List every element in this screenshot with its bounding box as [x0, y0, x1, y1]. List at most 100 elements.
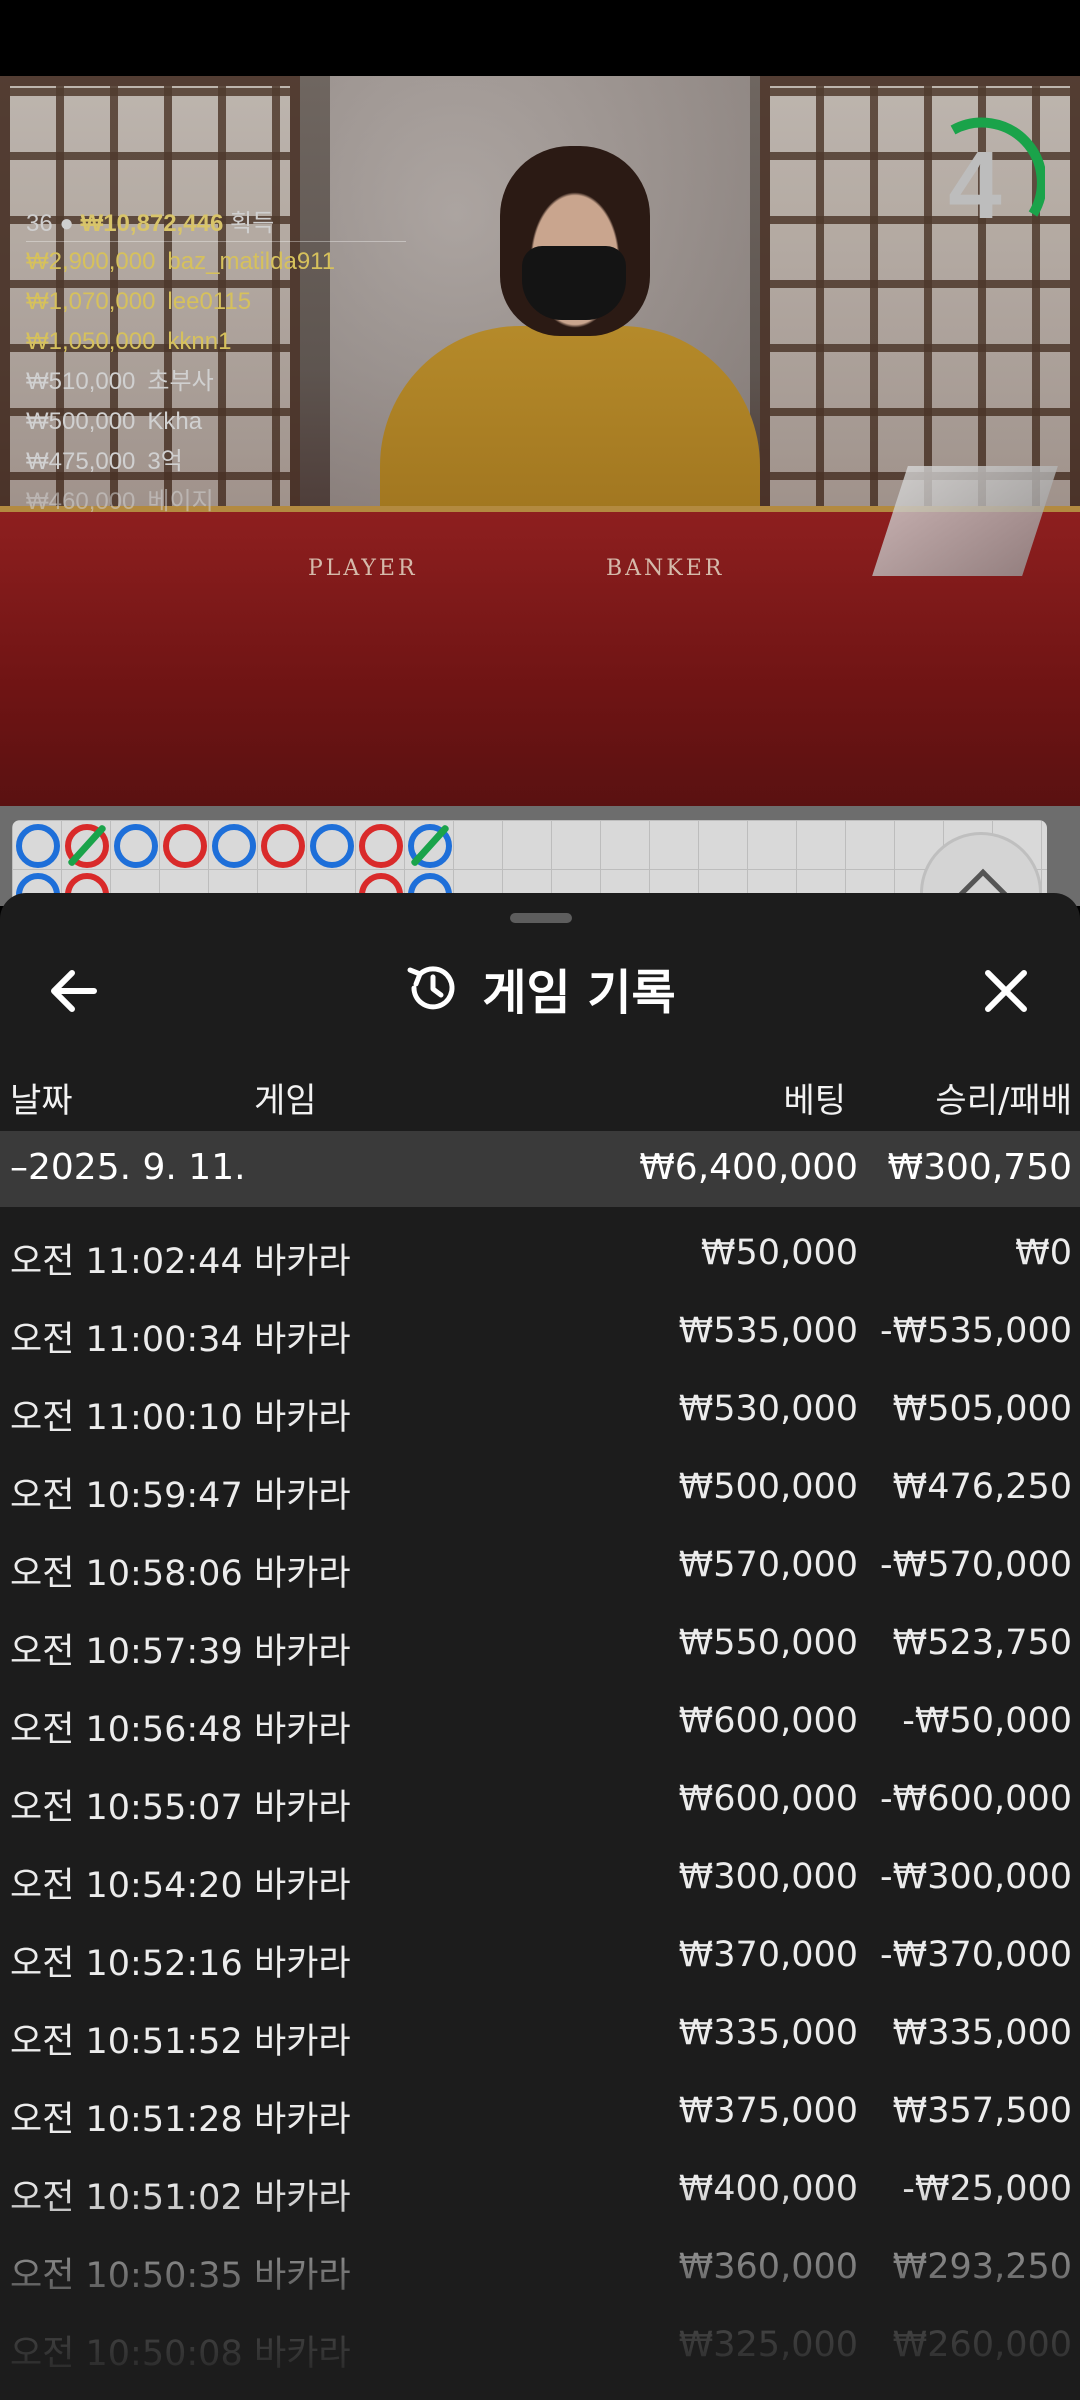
winner-row: ₩510,000 초부사	[26, 362, 406, 402]
row-bet: ₩370,000	[678, 1935, 858, 1975]
row-result: ₩260,000	[892, 2325, 1072, 2365]
row-time: 오전 10:52:16	[10, 1944, 243, 1984]
row-result: -₩50,000	[902, 1701, 1072, 1741]
sheet-drag-handle[interactable]	[510, 913, 572, 923]
row-game: 바카라	[254, 1554, 351, 1594]
history-row[interactable]: 오전 10:57:39 바카라 ₩550,000 ₩523,750	[0, 1605, 1080, 1683]
history-row[interactable]: 오전 10:50:08 바카라 ₩325,000 ₩260,000	[0, 2307, 1080, 2385]
winner-row: ₩460,000 베이지	[26, 482, 406, 522]
row-game: 바카라	[254, 1242, 351, 1282]
timer-count: 4	[948, 132, 1002, 239]
winner-amount: ₩1,070,000	[26, 288, 156, 315]
sheet-header: 게임 기록	[0, 933, 1080, 1043]
row-game: 바카라	[254, 2100, 351, 2140]
bead-banker	[261, 824, 305, 868]
row-game: 바카라	[254, 1944, 351, 1984]
winner-name: 베이지	[147, 488, 214, 515]
row-time: 오전 10:58:06	[10, 1554, 243, 1594]
day-summary-row[interactable]: –2025. 9. 11. ₩6,400,000 ₩300,750	[0, 1131, 1080, 1207]
winner-name: baz_matilda911	[167, 248, 336, 275]
row-result: -₩535,000	[880, 1311, 1072, 1351]
row-time: 오전 10:55:07	[10, 1788, 243, 1828]
table-label-player: PLAYER	[308, 556, 418, 581]
row-bet: ₩600,000	[678, 1701, 858, 1741]
row-result: ₩476,250	[892, 1467, 1072, 1507]
bead-banker	[359, 824, 403, 868]
history-row[interactable]: 오전 10:51:28 바카라 ₩375,000 ₩357,500	[0, 2073, 1080, 2151]
round-timer: 4	[905, 116, 1047, 256]
winner-amount: ₩1,050,000	[26, 328, 156, 355]
history-row[interactable]: 오전 10:51:02 바카라 ₩400,000 -₩25,000	[0, 2151, 1080, 2229]
person-icon: ●	[59, 210, 74, 237]
row-bet: ₩535,000	[678, 1311, 858, 1351]
col-date: 날짜	[10, 1081, 73, 1121]
day-bet-total: ₩6,400,000	[639, 1147, 858, 1188]
row-time: 오전 10:51:02	[10, 2178, 243, 2218]
history-row[interactable]: 오전 10:55:07 바카라 ₩600,000 -₩600,000	[0, 1761, 1080, 1839]
winner-name: lee0115	[167, 288, 252, 315]
live-video: PLAYER BANKER 4 36 ● ₩10,872,446 획득 ₩2,9…	[0, 76, 1080, 806]
row-game: 바카라	[254, 1398, 351, 1438]
dealer-mask	[522, 246, 626, 320]
table-label-banker: BANKER	[606, 556, 725, 581]
col-game: 게임	[254, 1081, 317, 1121]
row-bet: ₩325,000	[678, 2325, 858, 2365]
row-bet: ₩50,000	[700, 1233, 858, 1273]
row-time: 오전 10:57:39	[10, 1632, 243, 1672]
history-row[interactable]: 오전 10:54:20 바카라 ₩300,000 -₩300,000	[0, 1839, 1080, 1917]
winner-amount: ₩460,000	[26, 488, 136, 515]
row-bet: ₩300,000	[678, 1857, 858, 1897]
winners-list: 36 ● ₩10,872,446 획득 ₩2,900,000 baz_matild…	[26, 206, 406, 522]
winners-header: 36 ● ₩10,872,446 획득	[26, 206, 406, 242]
winner-amount: ₩2,900,000	[26, 248, 156, 275]
history-list: 오전 11:02:44 바카라 ₩50,000 ₩0 오전 11:00:34 바카라 ₩5…	[0, 1215, 1080, 2385]
winners-count: 36	[26, 210, 53, 237]
row-game: 바카라	[254, 1476, 351, 1516]
row-bet: ₩550,000	[678, 1623, 858, 1663]
row-time: 오전 10:50:08	[10, 2334, 243, 2374]
winners-suffix: 획득	[230, 210, 275, 237]
history-row[interactable]: 오전 10:52:16 바카라 ₩370,000 -₩370,000	[0, 1917, 1080, 1995]
scoreboard[interactable]	[0, 806, 1080, 917]
row-game: 바카라	[254, 1788, 351, 1828]
history-row[interactable]: 오전 11:00:10 바카라 ₩530,000 ₩505,000	[0, 1371, 1080, 1449]
row-result: ₩357,500	[892, 2091, 1072, 2131]
close-icon	[985, 970, 1027, 1012]
day-label: –2025. 9. 11.	[10, 1147, 246, 1188]
winner-row: ₩2,900,000 baz_matilda911	[26, 242, 406, 282]
row-time: 오전 10:56:48	[10, 1710, 243, 1750]
history-row[interactable]: 오전 11:02:44 바카라 ₩50,000 ₩0	[0, 1215, 1080, 1293]
winner-row: ₩475,000 3억	[26, 442, 406, 482]
sheet-title-group: 게임 기록	[0, 933, 1080, 1043]
winner-amount: ₩510,000	[26, 368, 136, 395]
winner-name: 초부사	[147, 368, 214, 395]
history-row[interactable]: 오전 10:56:48 바카라 ₩600,000 -₩50,000	[0, 1683, 1080, 1761]
row-result: ₩523,750	[892, 1623, 1072, 1663]
row-bet: ₩400,000	[678, 2169, 858, 2209]
row-game: 바카라	[254, 2022, 351, 2062]
history-row[interactable]: 오전 10:59:47 바카라 ₩500,000 ₩476,250	[0, 1449, 1080, 1527]
winner-row: ₩1,070,000 lee0115	[26, 282, 406, 322]
row-time: 오전 11:02:44	[10, 1242, 243, 1282]
row-game: 바카라	[254, 2178, 351, 2218]
col-result: 승리/패배	[935, 1081, 1072, 1121]
row-game: 바카라	[254, 1632, 351, 1672]
col-bet: 베팅	[783, 1081, 846, 1121]
game-history-sheet: 게임 기록 날짜 게임 베팅 승리/패배 –2025. 9. 11. ₩6,40…	[0, 893, 1080, 2400]
row-game: 바카라	[254, 1320, 351, 1360]
winner-row: ₩1,050,000 kknn1	[26, 322, 406, 362]
history-row[interactable]: 오전 10:58:06 바카라 ₩570,000 -₩570,000	[0, 1527, 1080, 1605]
row-time: 오전 10:51:28	[10, 2100, 243, 2140]
row-game: 바카라	[254, 1710, 351, 1750]
row-bet: ₩375,000	[678, 2091, 858, 2131]
day-result-total: ₩300,750	[887, 1147, 1072, 1188]
history-row[interactable]: 오전 10:50:35 바카라 ₩360,000 ₩293,250	[0, 2229, 1080, 2307]
bead-player	[212, 824, 256, 868]
row-bet: ₩570,000	[678, 1545, 858, 1585]
history-row[interactable]: 오전 11:00:34 바카라 ₩535,000 -₩535,000	[0, 1293, 1080, 1371]
history-row[interactable]: 오전 10:51:52 바카라 ₩335,000 ₩335,000	[0, 1995, 1080, 2073]
close-button[interactable]	[966, 951, 1046, 1031]
bead-banker	[163, 824, 207, 868]
row-bet: ₩360,000	[678, 2247, 858, 2287]
column-headers: 날짜 게임 베팅 승리/패배	[0, 1065, 1080, 1125]
